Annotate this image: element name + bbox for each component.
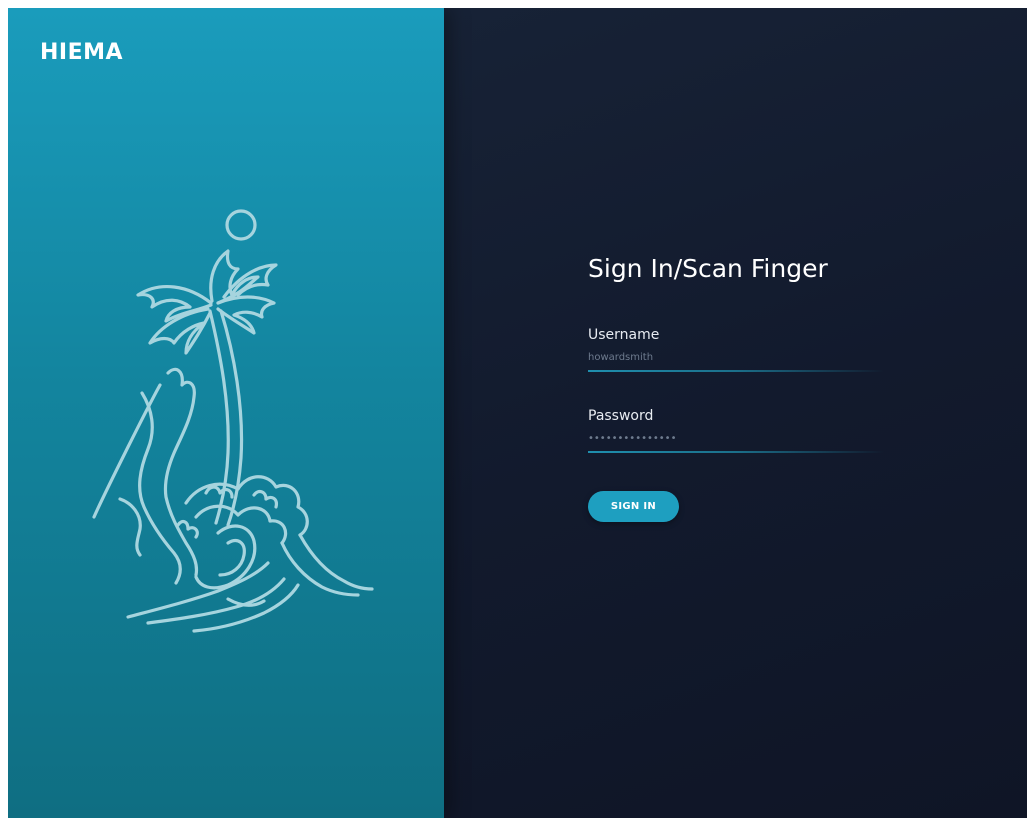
login-panel: Sign In/Scan Finger Username Password SI… <box>444 8 1027 818</box>
wave-crest <box>184 475 309 537</box>
form-title: Sign In/Scan Finger <box>588 254 828 283</box>
username-label: Username <box>588 327 660 343</box>
rock-ledge <box>118 497 142 557</box>
app-window: HIEMA Sign In/Scan Finger Username howar… <box>8 8 1027 818</box>
wave-curl <box>194 504 288 545</box>
wave-body-inner <box>280 541 360 597</box>
username-underline <box>588 370 884 372</box>
rock-cliff-left <box>92 383 162 519</box>
wave-tube-inner <box>218 539 246 577</box>
username-field-group: Username <box>588 327 888 372</box>
wave-foam-2 <box>252 489 278 509</box>
brand-panel: HIEMA <box>8 8 444 818</box>
palm-frond-left-1 <box>136 284 213 323</box>
password-label: Password <box>588 408 654 424</box>
username-input[interactable] <box>588 350 884 370</box>
password-underline <box>588 451 884 453</box>
sun-icon <box>225 209 257 241</box>
brand-logo: HIEMA <box>40 40 124 65</box>
sign-in-button[interactable]: SIGN IN <box>588 491 679 522</box>
sign-in-form: Sign In/Scan Finger Username Password SI… <box>588 254 888 522</box>
sea-swirl-3 <box>192 583 300 633</box>
island-palm-wave-illustration <box>92 209 374 633</box>
rock-cliff-inner <box>138 391 182 585</box>
password-input[interactable] <box>588 431 884 451</box>
wave-foam-1 <box>204 485 234 499</box>
rock-cliff <box>163 367 199 577</box>
password-field-group: Password <box>588 408 888 453</box>
palm-frond-top <box>209 249 260 305</box>
